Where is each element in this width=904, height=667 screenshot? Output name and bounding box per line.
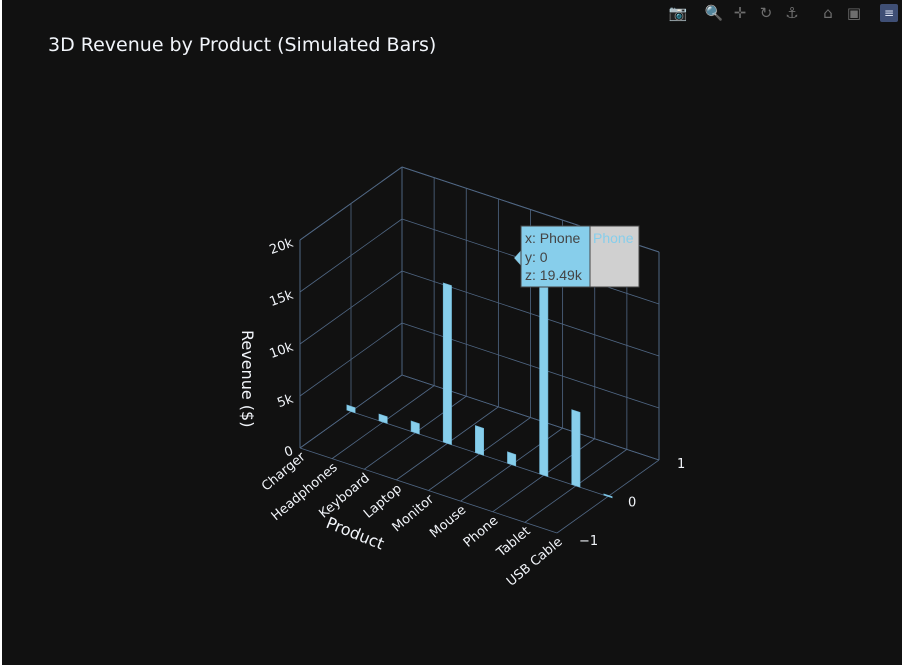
y-tick-label: 0: [628, 496, 636, 511]
hover-x-line: x: Phone: [525, 230, 580, 246]
axis-labels: ChargerHeadphonesKeyboardLaptopMonitorMo…: [259, 236, 685, 590]
camera-views-icon[interactable]: ▣: [844, 3, 864, 23]
x-tick-label: Mouse: [427, 503, 469, 542]
pan-icon[interactable]: ✛: [730, 3, 750, 23]
z-tick-label: 5k: [275, 392, 295, 412]
hover-z-line: z: 19.49k: [525, 267, 583, 283]
turntable-icon[interactable]: ⚓: [782, 3, 802, 23]
y-tick-label: −1: [579, 534, 598, 549]
hover-tooltip: x: Phone y: 0 z: 19.49k Phone: [513, 225, 640, 288]
z-tick-label: 20k: [268, 236, 296, 258]
plotly-logo-icon[interactable]: ≡: [880, 4, 898, 22]
bar-laptop[interactable]: [442, 282, 452, 446]
y-tick-label: 1: [677, 457, 685, 472]
x-tick-label: Tablet: [493, 524, 533, 561]
zoom-icon[interactable]: 🔍: [704, 3, 724, 23]
bar-monitor[interactable]: [475, 425, 484, 456]
home-icon[interactable]: ⌂: [818, 3, 838, 23]
camera-icon[interactable]: 📷: [668, 3, 688, 23]
bar-mouse[interactable]: [507, 451, 517, 467]
x-tick-label: Phone: [461, 513, 501, 550]
z-tick-label: 15k: [268, 288, 296, 310]
plot-area[interactable]: ChargerHeadphonesKeyboardLaptopMonitorMo…: [2, 0, 902, 665]
hover-y-line: y: 0: [525, 249, 548, 265]
bar-headphones[interactable]: [378, 413, 388, 424]
modebar: 📷 🔍 ✛ ↻ ⚓ ⌂ ▣ ≡: [668, 2, 898, 24]
chart-title: 3D Revenue by Product (Simulated Bars): [48, 34, 437, 56]
bar-tablet[interactable]: [571, 409, 581, 488]
z-tick-label: 10k: [268, 340, 296, 362]
z-axis-title: Revenue ($): [238, 330, 257, 427]
bar-phone[interactable]: [539, 270, 549, 478]
orbit-icon[interactable]: ↻: [756, 3, 776, 23]
chart-container: Charger Headphones Keyboard Laptop Monitor Mo…: [2, 0, 902, 665]
bars: [346, 270, 613, 499]
x-axis-title: Product: [324, 513, 387, 553]
z-tick-label: 0: [282, 444, 295, 461]
hover-series-name: Phone: [593, 230, 634, 246]
bar-charger[interactable]: [346, 404, 356, 414]
